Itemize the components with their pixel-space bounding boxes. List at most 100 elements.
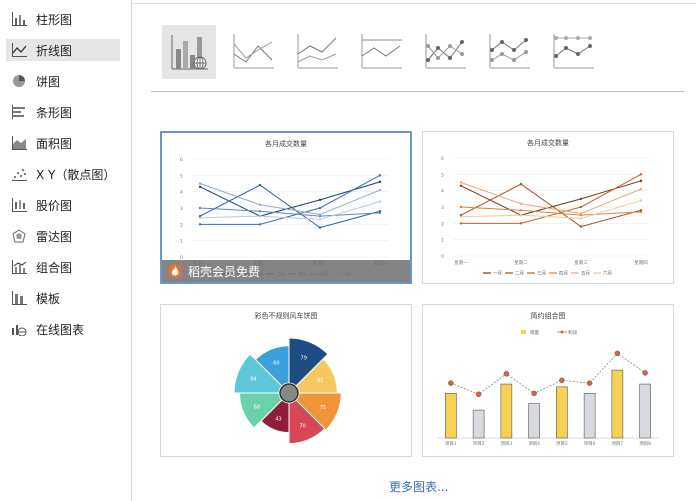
bar xyxy=(611,369,624,439)
data-point xyxy=(459,222,463,225)
sidebar-item-stock[interactable]: 股价图 xyxy=(6,194,120,216)
subtype-line-markers[interactable] xyxy=(418,25,472,79)
slice-label: 75 xyxy=(320,405,326,411)
sidebar-item-label: 饼图 xyxy=(36,74,61,89)
subtype-line[interactable] xyxy=(226,25,280,79)
x-tick-label: 项目7 xyxy=(611,441,623,447)
combo-chart-preview: 销量 利润项目1 项目2 项目3 项目4 项目5 项目6 项目7 项目8 xyxy=(437,329,659,447)
line-marker xyxy=(531,390,537,397)
data-point xyxy=(258,203,262,206)
data-point xyxy=(198,206,202,210)
sidebar-item-combo[interactable]: 组合图 xyxy=(6,256,120,278)
template-card-combo[interactable]: 简约组合图 销量 利润 项目1 项目2 项目3 项目4 项目5 项目6 项目7 项目8 xyxy=(422,304,674,457)
legend-label: 一月 xyxy=(493,271,502,277)
sidebar-item-scatter[interactable]: X Y（散点图） xyxy=(6,163,120,185)
badge-text: 稻壳会员免费 xyxy=(188,264,261,279)
data-point xyxy=(198,223,202,226)
line-chart-preview: 0123456星期一星期二星期三星期四一月二月三月四月五月六月 xyxy=(441,156,649,277)
sidebar-item-label: 模板 xyxy=(36,291,61,306)
line-marker xyxy=(614,350,621,357)
member-free-badge: 稻壳会员免费 xyxy=(162,260,410,282)
data-point xyxy=(639,210,643,214)
x-tick-label: 项目4 xyxy=(528,441,540,447)
y-tick-label: 6 xyxy=(180,157,183,163)
line-chart-preview: 0123456星期一星期二星期三星期四一月二月三月四月五月六月 xyxy=(180,157,388,278)
line-marker xyxy=(448,380,454,386)
x-tick-label: 项目6 xyxy=(584,441,596,447)
line-marker xyxy=(559,377,565,384)
online-chart-icon xyxy=(10,321,28,337)
line-markers-icon xyxy=(425,34,466,69)
x-tick-label: 项目5 xyxy=(556,441,568,447)
data-point xyxy=(639,199,643,202)
x-tick-label: 项目2 xyxy=(473,441,485,447)
data-point xyxy=(579,225,583,228)
y-tick-label: 0 xyxy=(441,254,444,260)
x-tick-label: 星期三 xyxy=(574,260,588,266)
subtype-stacked-line[interactable] xyxy=(290,25,344,79)
template-card-blue-line[interactable]: 各月成交数量 0123456星期一星期二星期三星期四一月二月三月四月五月六月 稻… xyxy=(160,131,412,284)
data-point xyxy=(639,173,643,176)
subtype-percent-stacked-line-markers[interactable] xyxy=(546,25,600,79)
x-tick-label: 项目8 xyxy=(639,441,651,447)
data-point xyxy=(198,185,202,188)
data-point xyxy=(519,213,523,217)
bar-chart-icon xyxy=(10,11,28,27)
data-point xyxy=(258,183,262,187)
y-tick-label: 3 xyxy=(180,206,183,212)
sidebar-item-template[interactable]: 模板 xyxy=(6,287,120,309)
flame-icon xyxy=(168,264,182,278)
data-point xyxy=(459,184,463,187)
series-line xyxy=(199,181,381,217)
y-tick-label: 5 xyxy=(441,172,444,178)
y-tick-label: 3 xyxy=(441,205,444,211)
line-marker xyxy=(503,371,510,377)
data-point xyxy=(459,215,463,218)
data-point xyxy=(639,179,643,183)
sidebar-item-bar[interactable]: 柱形图 xyxy=(6,8,120,30)
series-line xyxy=(460,180,642,216)
slice-label: 43 xyxy=(275,417,281,423)
subtype-online-line-chart[interactable] xyxy=(162,25,216,79)
slice-label: 68 xyxy=(254,404,260,410)
sidebar-item-label: 在线图表 xyxy=(36,322,85,337)
data-point xyxy=(258,210,262,213)
combo-chart-icon xyxy=(10,259,28,275)
sidebar-item-radar[interactable]: 雷达图 xyxy=(6,225,120,247)
slice-label: 60 xyxy=(273,360,279,366)
pie-chart-icon xyxy=(10,73,28,89)
more-charts-link[interactable]: 更多图表... xyxy=(389,478,448,495)
data-point xyxy=(639,187,643,191)
sidebar-item-line[interactable]: 折线图 xyxy=(6,39,120,61)
sidebar-item-label: X Y（散点图） xyxy=(36,167,116,182)
sidebar-item-label: 雷达图 xyxy=(36,229,73,244)
sidebar-item-horizontal-bar[interactable]: 条形图 xyxy=(6,101,120,123)
radar-chart-icon xyxy=(10,228,28,244)
x-tick-label: 星期四 xyxy=(634,260,648,266)
subtype-stacked-line-markers[interactable] xyxy=(482,25,536,79)
y-tick-label: 1 xyxy=(441,238,444,244)
subtype-percent-stacked-line[interactable] xyxy=(354,25,408,79)
area-chart-icon xyxy=(10,135,28,151)
pie-center xyxy=(279,383,299,403)
sidebar-item-pie[interactable]: 饼图 xyxy=(6,70,120,92)
template-icon xyxy=(10,290,28,306)
bar xyxy=(639,383,651,439)
bar xyxy=(500,383,513,439)
template-card-orange-line[interactable]: 各月成交数量 0 1 2 3 4 5 6 星期一 星期二 星期三 星期四 一月 二月 三月 四月 五月 六月 xyxy=(422,131,674,284)
y-tick-label: 4 xyxy=(441,189,444,195)
sidebar-item-online[interactable]: 在线图表 xyxy=(6,318,120,340)
data-point xyxy=(519,222,523,225)
data-point xyxy=(459,205,463,209)
x-tick-label: 项目1 xyxy=(445,441,457,447)
sidebar-item-area[interactable]: 面积图 xyxy=(6,132,120,154)
bar xyxy=(556,386,568,439)
legend-swatch xyxy=(521,330,526,334)
slice-label: 70 xyxy=(299,424,305,430)
template-card-windmill-pie[interactable]: 彩色不规则风车饼图 79 61 75 70 43 68 84 60 xyxy=(160,304,412,457)
data-point xyxy=(198,216,202,219)
legend-label: 四月 xyxy=(559,271,568,277)
y-tick-label: 4 xyxy=(180,190,183,196)
bar xyxy=(472,409,485,439)
sidebar-item-label: 面积图 xyxy=(36,136,73,151)
